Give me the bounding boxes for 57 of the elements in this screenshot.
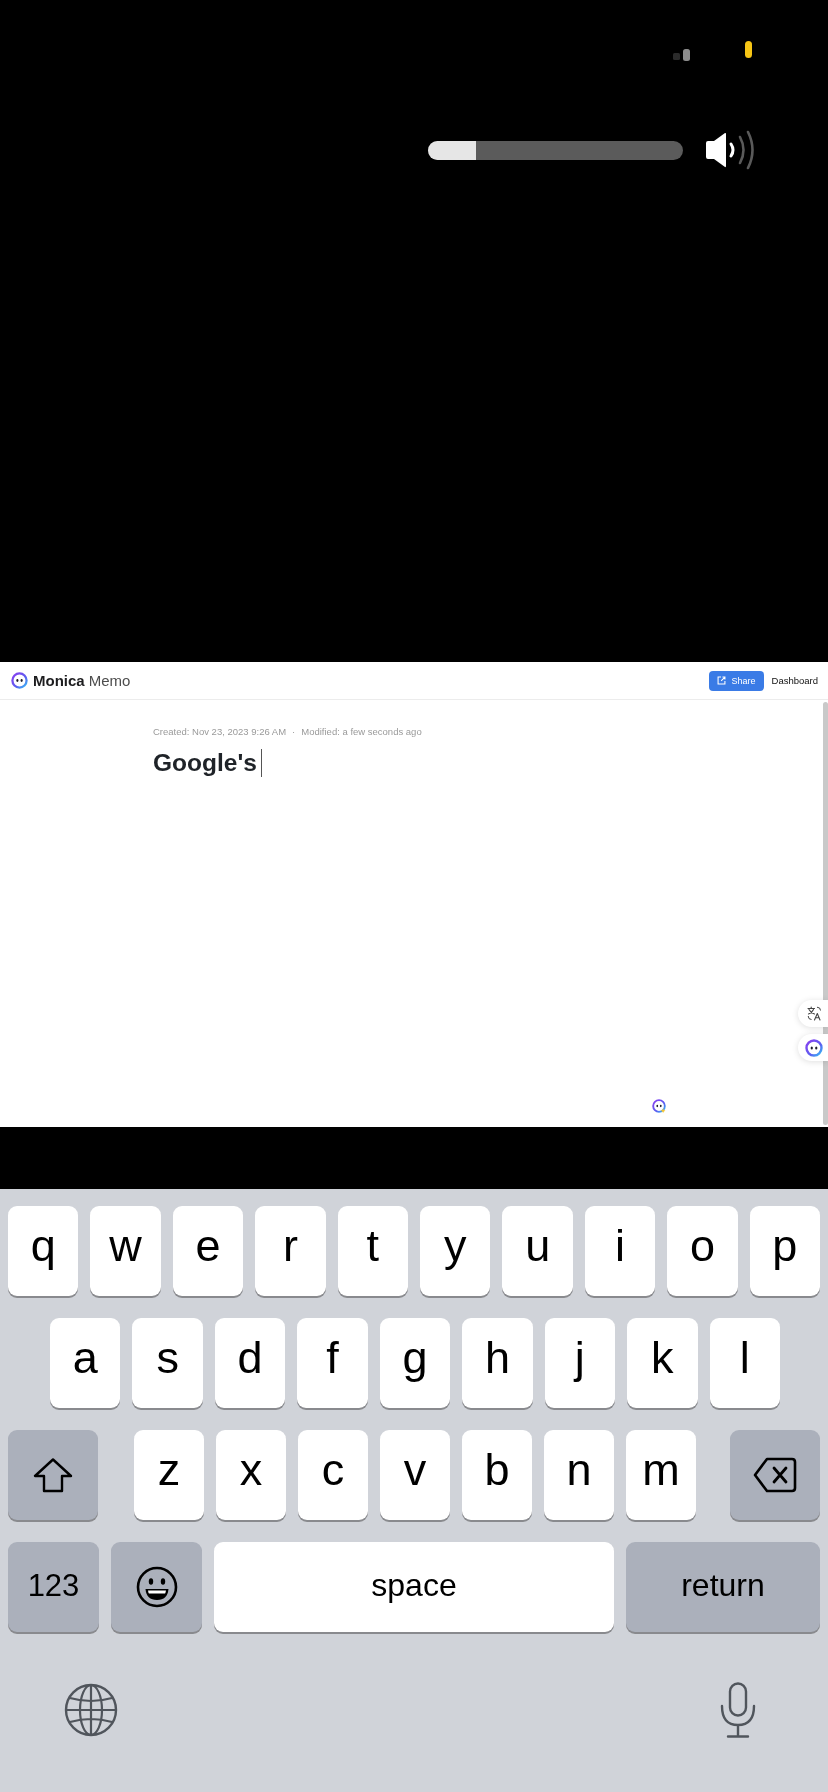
letter-key[interactable]: u (502, 1206, 573, 1296)
speaker-icon (705, 130, 757, 170)
dashboard-link[interactable]: Dashboard (771, 675, 818, 686)
signal-bars-icon (673, 49, 690, 61)
letter-key[interactable]: b (462, 1430, 532, 1520)
letter-key[interactable]: a (50, 1318, 121, 1408)
backspace-icon (753, 1457, 797, 1493)
letter-key[interactable]: x (216, 1430, 286, 1520)
letter-key[interactable]: y (420, 1206, 491, 1296)
letter-key[interactable]: s (132, 1318, 203, 1408)
shift-key[interactable] (8, 1430, 98, 1520)
space-key[interactable]: space (214, 1542, 614, 1632)
translate-button[interactable] (798, 1000, 828, 1027)
letter-key[interactable]: d (214, 1318, 286, 1408)
shift-arrow-icon (32, 1457, 74, 1493)
letter-key[interactable]: n (544, 1430, 614, 1520)
letter-key[interactable]: j (544, 1318, 616, 1408)
letter-key[interactable]: i (584, 1206, 656, 1296)
letter-key[interactable]: t (337, 1206, 409, 1296)
logo-icon (805, 1038, 823, 1057)
letter-key[interactable]: z (134, 1430, 204, 1520)
indicator-icon (745, 41, 752, 58)
letter-key[interactable]: w (90, 1206, 161, 1296)
letter-key[interactable]: m (626, 1430, 696, 1520)
text-cursor (260, 749, 263, 777)
external-link-icon (717, 676, 727, 685)
volume-track[interactable] (428, 140, 683, 160)
memo-title[interactable]: Google's (153, 748, 257, 778)
letter-key[interactable]: k (627, 1318, 698, 1408)
letter-key[interactable]: h (462, 1318, 533, 1408)
created-date: Created: Nov 23, 2023 9:26 AM (153, 726, 287, 738)
share-button[interactable]: Share (709, 670, 764, 691)
delete-key[interactable] (730, 1430, 820, 1520)
globe-icon[interactable] (64, 1683, 118, 1737)
letter-key[interactable]: f (297, 1318, 368, 1408)
letter-key[interactable]: g (379, 1318, 451, 1408)
letter-key[interactable]: r (255, 1206, 326, 1296)
letter-key[interactable]: v (380, 1430, 450, 1520)
numbers-key[interactable]: 123 (8, 1542, 99, 1632)
modified-date: Modified: a few seconds ago (301, 726, 422, 738)
separator-dot: · (292, 726, 296, 738)
assistant-button[interactable] (798, 1034, 828, 1061)
letter-key[interactable]: o (667, 1206, 738, 1296)
return-key[interactable]: return (626, 1542, 820, 1632)
brand-name: Monica (33, 672, 85, 689)
microphone-icon[interactable] (719, 1682, 757, 1738)
letter-key[interactable]: p (749, 1206, 821, 1296)
product-name: Memo (88, 672, 131, 689)
logo-icon (11, 672, 28, 689)
letter-key[interactable]: e (172, 1206, 244, 1296)
smiley-icon (135, 1566, 178, 1608)
letter-key[interactable]: c (298, 1430, 368, 1520)
letter-key[interactable]: l (709, 1318, 780, 1408)
emoji-key[interactable] (111, 1542, 202, 1632)
logo-icon (652, 1099, 666, 1113)
letter-key[interactable]: q (8, 1206, 79, 1296)
translate-icon (806, 1006, 822, 1021)
